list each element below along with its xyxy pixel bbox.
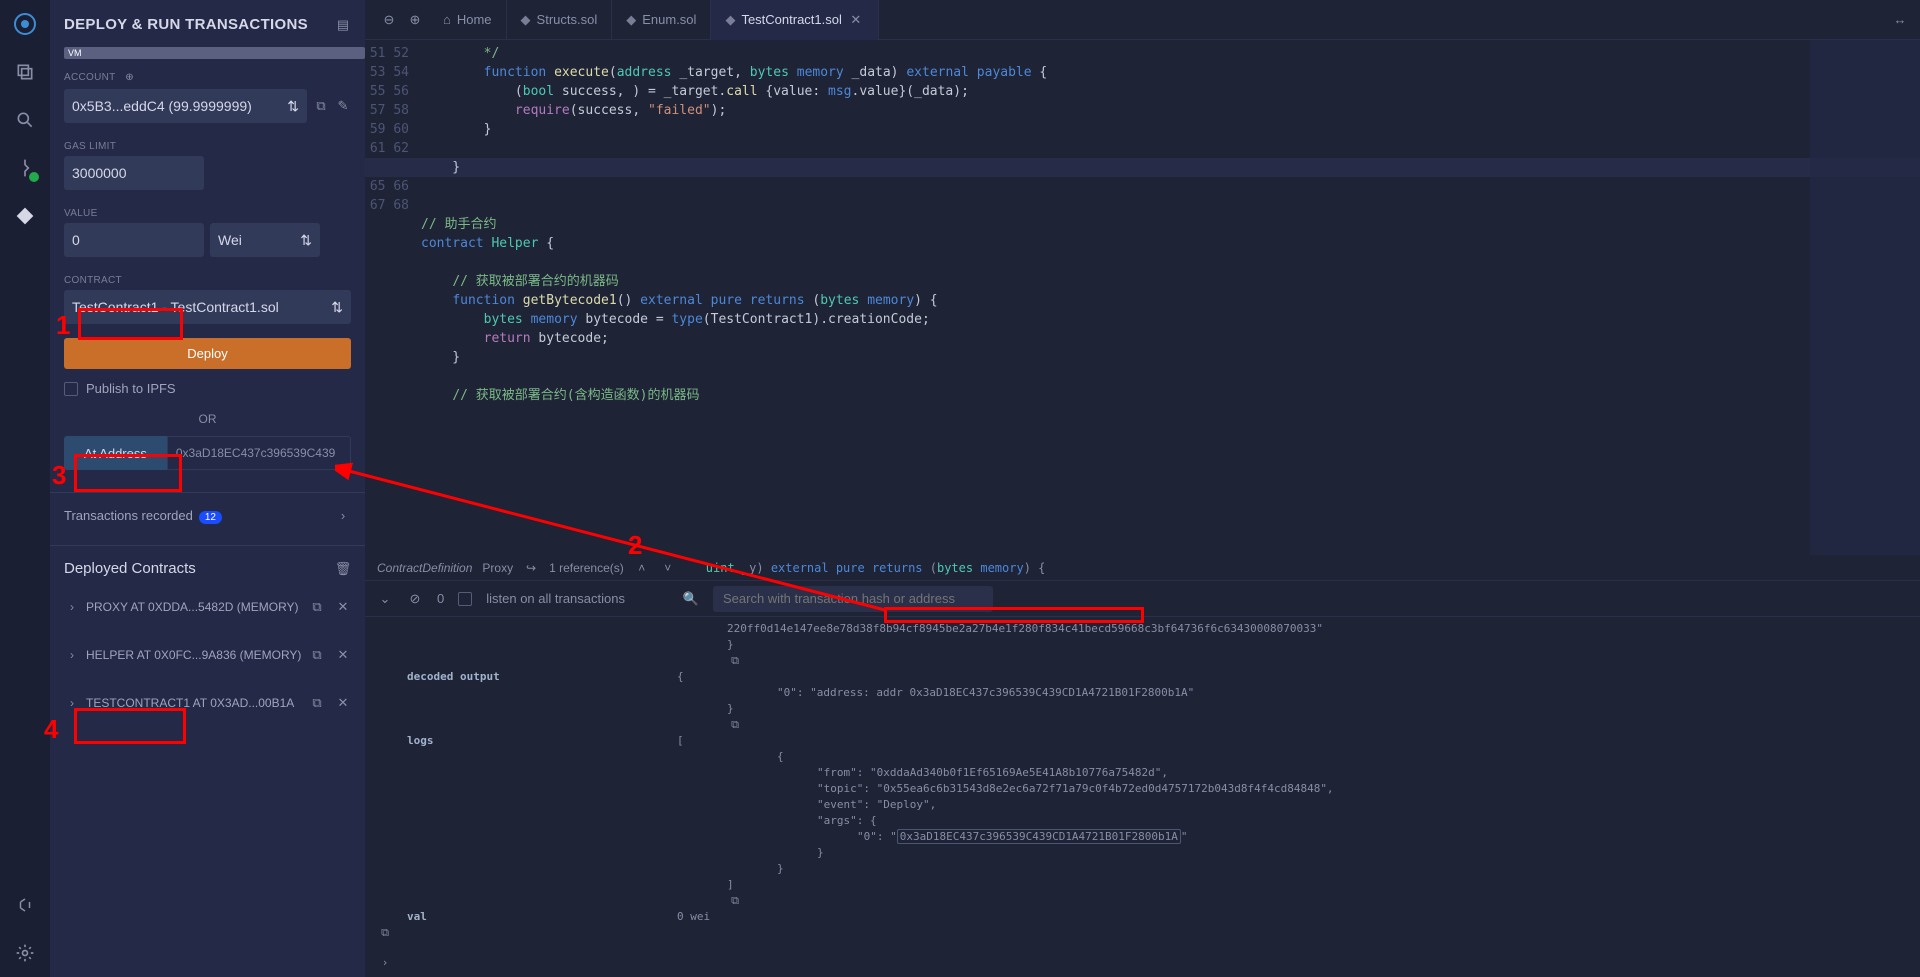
account-select[interactable]: 0x5B3...eddC4 (99.9999999)⇅ bbox=[64, 89, 307, 123]
tab-structs[interactable]: ◆Structs.sol bbox=[507, 0, 613, 40]
chevron-right-icon: › bbox=[64, 599, 80, 615]
collapse-icon[interactable]: ⌄ bbox=[377, 591, 393, 607]
copy-icon[interactable]: ⧉ bbox=[309, 695, 325, 711]
chevron-right-icon: › bbox=[64, 647, 80, 663]
copy-icon[interactable]: ⧉ bbox=[727, 893, 743, 909]
close-icon[interactable]: ✕ bbox=[335, 647, 351, 663]
publish-ipfs-checkbox[interactable] bbox=[64, 382, 78, 396]
contract-label: CONTRACT bbox=[50, 265, 365, 290]
files-icon[interactable] bbox=[13, 60, 37, 84]
value-unit-select[interactable]: Wei⇅ bbox=[210, 223, 320, 257]
line-gutter: 51 52 53 54 55 56 57 58 59 60 61 62 63 6… bbox=[365, 40, 421, 555]
vm-badge: VM bbox=[64, 47, 365, 59]
logs-label: logs bbox=[377, 733, 677, 749]
account-label: ACCOUNT bbox=[64, 72, 116, 83]
chevron-right-icon: › bbox=[335, 507, 351, 523]
clear-icon[interactable]: ⊘ bbox=[407, 591, 423, 607]
chevron-down-icon[interactable]: ˅ bbox=[660, 560, 676, 576]
val-label: val bbox=[377, 909, 677, 925]
breadcrumb-name: Proxy bbox=[482, 561, 513, 575]
code-editor[interactable]: 51 52 53 54 55 56 57 58 59 60 61 62 63 6… bbox=[365, 40, 1920, 555]
zoom-in-icon[interactable]: ⊕ bbox=[403, 8, 427, 32]
account-add-icon[interactable]: ⊕ bbox=[122, 69, 138, 85]
or-text: OR bbox=[50, 402, 365, 436]
listen-checkbox[interactable] bbox=[458, 592, 472, 606]
chevron-up-icon[interactable]: ˄ bbox=[634, 560, 650, 576]
trx-count-badge: 12 bbox=[199, 511, 222, 524]
listen-label: listen on all transactions bbox=[486, 591, 625, 606]
publish-ipfs-label: Publish to IPFS bbox=[86, 381, 176, 396]
close-icon[interactable]: ✕ bbox=[848, 12, 864, 28]
zoom-out-icon[interactable]: ⊖ bbox=[377, 8, 401, 32]
pending-count: 0 bbox=[437, 591, 444, 606]
deploy-button[interactable]: Deploy bbox=[64, 338, 351, 369]
tabbar: ⊖ ⊕ ⌂Home ◆Structs.sol ◆Enum.sol ◆TestCo… bbox=[365, 0, 1920, 40]
at-address-input[interactable] bbox=[167, 436, 351, 470]
terminal-search-input[interactable] bbox=[713, 586, 993, 612]
chevron-right-icon[interactable]: › bbox=[377, 955, 393, 971]
tab-testcontract1[interactable]: ◆TestContract1.sol✕ bbox=[711, 0, 878, 40]
copy-icon[interactable]: ⧉ bbox=[727, 717, 743, 733]
deployed-contract-row[interactable]: ›HELPER AT 0X0FC...9A836 (MEMORY) ⧉✕ bbox=[50, 639, 365, 671]
panel-collapse-icon[interactable]: ▤ bbox=[335, 17, 351, 33]
breadcrumb-kind: ContractDefinition bbox=[377, 561, 472, 575]
goto-icon[interactable]: ↪ bbox=[523, 560, 539, 576]
deployed-contract-row[interactable]: ›PROXY AT 0XDDA...5482D (MEMORY) ⧉✕ bbox=[50, 591, 365, 623]
deployed-contracts-title: Deployed Contracts bbox=[64, 560, 196, 577]
minimap[interactable] bbox=[1810, 40, 1920, 555]
remix-logo-icon[interactable] bbox=[13, 12, 37, 36]
chevron-right-icon: › bbox=[64, 695, 80, 711]
terminal-output[interactable]: 220ff0d14e147ee8e78d38f8b94cf8945be2a27b… bbox=[365, 617, 1920, 977]
gas-label: GAS LIMIT bbox=[50, 131, 365, 156]
contract-select[interactable]: TestContract1 - TestContract1.sol⇅ bbox=[64, 290, 351, 324]
plugin-icon[interactable] bbox=[13, 893, 37, 917]
home-icon: ⌂ bbox=[443, 12, 451, 27]
edit-icon[interactable]: ✎ bbox=[335, 98, 351, 114]
deploy-panel: DEPLOY & RUN TRANSACTIONS ▤ VM ACCOUNT ⊕… bbox=[50, 0, 365, 977]
close-icon[interactable]: ✕ bbox=[335, 695, 351, 711]
value-input[interactable] bbox=[64, 223, 204, 257]
copy-icon[interactable]: ⧉ bbox=[309, 647, 325, 663]
search-icon[interactable] bbox=[13, 108, 37, 132]
breadcrumb-tail: uint _y) external pure returns (bytes me… bbox=[706, 561, 1046, 575]
copy-icon[interactable]: ⧉ bbox=[377, 925, 393, 941]
search-icon[interactable]: 🔍 bbox=[683, 591, 699, 607]
tab-home[interactable]: ⌂Home bbox=[429, 0, 507, 40]
transactions-recorded-row[interactable]: Transactions recorded12 › bbox=[50, 492, 365, 537]
value-label: VALUE bbox=[50, 198, 365, 223]
terminal-toolbar: ⌄ ⊘ 0 listen on all transactions 🔍 bbox=[365, 581, 1920, 617]
close-icon[interactable]: ✕ bbox=[335, 599, 351, 615]
breadcrumb-refs[interactable]: 1 reference(s) bbox=[549, 561, 624, 575]
code-area[interactable]: */ function execute(address _target, byt… bbox=[421, 40, 1810, 555]
copy-icon[interactable]: ⧉ bbox=[727, 653, 743, 669]
gas-input[interactable] bbox=[64, 156, 204, 190]
tab-enum[interactable]: ◆Enum.sol bbox=[612, 0, 711, 40]
iconbar bbox=[0, 0, 50, 977]
deploy-icon[interactable] bbox=[13, 204, 37, 228]
settings-icon[interactable] bbox=[13, 941, 37, 965]
deployed-address-value: 0x3aD18EC437c396539C439CD1A4721B01F2800b… bbox=[897, 829, 1181, 844]
at-address-button[interactable]: At Address bbox=[64, 436, 167, 470]
deployed-contract-row[interactable]: ›TESTCONTRACT1 AT 0X3AD...00B1A ⧉✕ bbox=[50, 687, 365, 719]
decoded-output-label: decoded output bbox=[377, 669, 677, 685]
breadcrumb-bar: ContractDefinition Proxy ↪ 1 reference(s… bbox=[365, 555, 1920, 581]
copy-icon[interactable]: ⧉ bbox=[313, 98, 329, 114]
trash-icon[interactable]: 🗑 bbox=[335, 561, 351, 577]
expand-icon[interactable]: ↔ bbox=[1892, 12, 1908, 28]
compile-icon[interactable] bbox=[13, 156, 37, 180]
copy-icon[interactable]: ⧉ bbox=[309, 599, 325, 615]
panel-title: DEPLOY & RUN TRANSACTIONS bbox=[64, 16, 308, 33]
main-area: ⊖ ⊕ ⌂Home ◆Structs.sol ◆Enum.sol ◆TestCo… bbox=[365, 0, 1920, 977]
